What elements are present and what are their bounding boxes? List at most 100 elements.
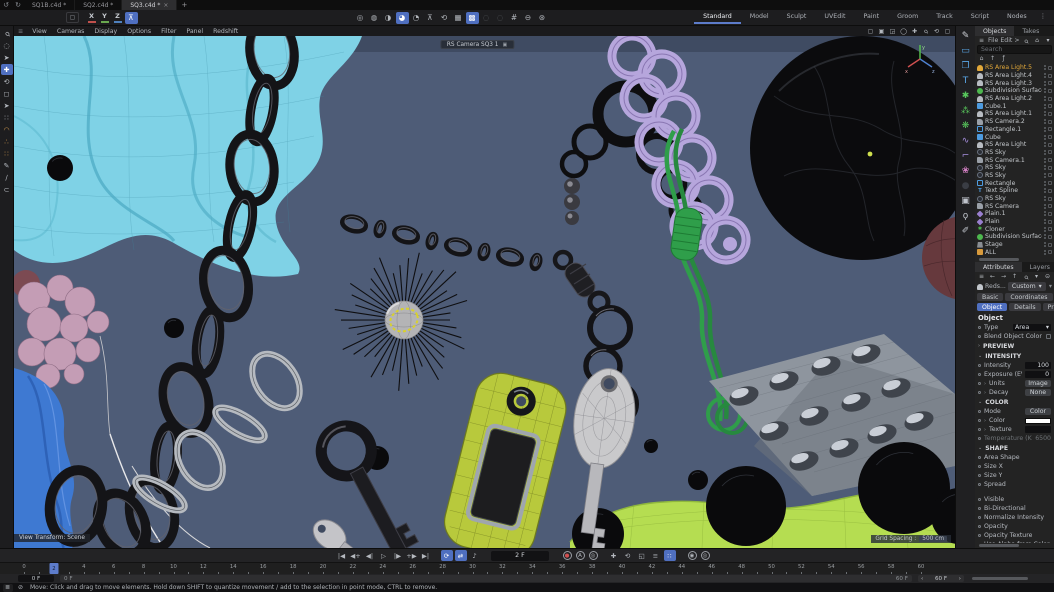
object-row[interactable]: RS Camera <box>975 202 1054 210</box>
layout-tab-uvedit[interactable]: UVEdit <box>815 11 854 24</box>
object-row[interactable]: Rectangle <box>975 179 1054 187</box>
visibility-dots[interactable] <box>1044 242 1046 247</box>
record-position-toggle[interactable]: ✚ <box>608 550 620 561</box>
mode-dropdown[interactable]: Custom ▾ <box>1008 282 1046 291</box>
object-row[interactable]: RS Camera.2 <box>975 118 1054 126</box>
layout-tab-model[interactable]: Model <box>741 11 778 24</box>
root-icon[interactable]: ⌂ <box>978 55 986 63</box>
viewport-history-icon[interactable]: ▢ <box>66 12 79 23</box>
keyframe-dot-icon[interactable] <box>978 428 981 431</box>
snap-settings-icon[interactable]: # <box>508 12 521 24</box>
enable-toggle[interactable] <box>1048 189 1052 193</box>
object-row[interactable]: RS Sky <box>975 172 1054 180</box>
timeline-scrollbar[interactable] <box>972 577 1028 580</box>
record-rotation-toggle[interactable]: ⟲ <box>622 550 634 561</box>
enable-toggle[interactable] <box>1048 227 1052 231</box>
axis-lock-x[interactable]: X <box>86 12 97 24</box>
fracture-tool[interactable]: ⁂ <box>958 104 974 117</box>
layout-menu-icon[interactable]: ≣ <box>3 584 13 592</box>
spline-pen-tool[interactable]: ✎ <box>958 29 974 42</box>
redo-icon[interactable]: ↻ <box>12 0 24 10</box>
visibility-dots[interactable] <box>1044 150 1046 155</box>
enable-toggle[interactable] <box>1048 81 1052 85</box>
keyframe-selection-button[interactable]: ◎ <box>589 551 598 560</box>
keyframe-dot-icon[interactable] <box>978 373 981 376</box>
enable-toggle[interactable] <box>1048 112 1052 116</box>
viewport-menu-cameras[interactable]: Cameras <box>52 28 90 35</box>
expand-icon[interactable]: › <box>984 418 986 424</box>
filter-icon[interactable]: ƒ <box>1000 55 1008 63</box>
attr-button[interactable]: Image <box>1025 380 1051 387</box>
visibility-dots[interactable] <box>1044 165 1046 170</box>
keyframe-dot-icon[interactable] <box>978 507 981 510</box>
attr-section-preview[interactable]: ›PREVIEW <box>975 341 1054 351</box>
cube-primitive-tool[interactable]: ❐ <box>958 59 974 72</box>
keyframe-dot-icon[interactable] <box>978 525 981 528</box>
keyframe-dot-icon[interactable] <box>978 382 981 385</box>
visibility-dots[interactable] <box>1044 227 1046 232</box>
visibility-dots[interactable] <box>1044 135 1046 140</box>
attr-button[interactable]: None <box>1025 389 1051 396</box>
attributes-hscrollbar[interactable] <box>979 544 1019 547</box>
object-row[interactable]: RS Sky <box>975 149 1054 157</box>
color-swatch[interactable] <box>1025 418 1051 424</box>
enable-toggle[interactable] <box>1048 97 1052 101</box>
enable-toggle[interactable] <box>1048 135 1052 139</box>
attr-select[interactable]: Area▾ <box>1013 324 1051 331</box>
light-tool[interactable]: ϙ <box>958 209 974 222</box>
zoom-view-icon[interactable]: ϙ <box>919 26 932 38</box>
object-row[interactable]: RS Sky <box>975 195 1054 203</box>
record-keyframe-button[interactable]: ● <box>563 551 572 560</box>
tab-attributes[interactable]: Attributes <box>975 262 1022 272</box>
enable-toggle[interactable] <box>1048 250 1052 254</box>
enable-toggle[interactable] <box>1048 204 1052 208</box>
object-row[interactable]: Cube.1 <box>975 102 1054 110</box>
attr-field[interactable]: 0 <box>1025 371 1051 378</box>
enable-toggle[interactable] <box>1048 74 1052 78</box>
file-tab[interactable]: SQ2.c4d * <box>75 0 122 10</box>
arc-tool[interactable]: ◠ <box>1 124 13 135</box>
visibility-dots[interactable] <box>1044 96 1046 101</box>
keyframe-dot-icon[interactable] <box>978 483 981 486</box>
locked-workplane-icon[interactable]: ⊖ <box>522 12 535 24</box>
enable-toggle[interactable] <box>1048 66 1052 70</box>
layout-tab-script[interactable]: Script <box>962 11 998 24</box>
object-row[interactable]: ALL <box>975 249 1054 257</box>
sound-toggle[interactable]: ♪ <box>469 550 481 561</box>
close-tab-icon[interactable]: × <box>163 2 168 9</box>
visibility-dots[interactable] <box>1044 250 1046 255</box>
enable-toggle[interactable] <box>1048 143 1052 147</box>
layout-tab-track[interactable]: Track <box>927 11 961 24</box>
modeling-axis-icon[interactable]: ⊼ <box>125 12 138 24</box>
knife-tool[interactable]: ∕ <box>1 172 13 183</box>
expand-icon[interactable]: › <box>984 390 986 396</box>
object-row[interactable]: RS Area Light.2 <box>975 95 1054 103</box>
menu-icon[interactable]: ≡ <box>978 273 986 281</box>
layout-tab-standard[interactable]: Standard <box>694 11 741 24</box>
objects-menu-file[interactable]: File <box>988 37 998 44</box>
enable-toggle[interactable] <box>1048 212 1052 216</box>
highlight-selection-tool[interactable]: ➤ <box>1 100 13 111</box>
object-row[interactable]: RS Area Light.1 <box>975 110 1054 118</box>
camera-tool[interactable]: ▣ <box>958 194 974 207</box>
play-button[interactable]: ▷ <box>378 550 390 561</box>
object-search-input[interactable]: Search <box>977 45 1052 54</box>
move-tool[interactable]: ✚ <box>1 64 13 75</box>
rotate-tool[interactable]: ⟲ <box>1 76 13 87</box>
viewport-canvas[interactable] <box>14 36 955 548</box>
undo-icon[interactable]: ↺ <box>0 0 12 10</box>
up-level-icon[interactable]: ↑ <box>989 55 997 63</box>
object-row[interactable]: RS Area Light.4 <box>975 72 1054 80</box>
enable-toggle[interactable] <box>1048 120 1052 124</box>
parent-icon[interactable]: ↑ <box>1011 273 1019 281</box>
panel-chevron-icon[interactable]: ▾ <box>1049 283 1052 290</box>
prev-frame-button[interactable]: ◀| <box>364 550 376 561</box>
model-mode-icon[interactable]: ◍ <box>368 12 381 24</box>
object-row[interactable]: Plain.1 <box>975 210 1054 218</box>
object-row[interactable]: TText Spline <box>975 187 1054 195</box>
axis-lock-z[interactable]: Z <box>112 12 123 24</box>
keyframe-dot-icon[interactable] <box>978 498 981 501</box>
solo-single-button[interactable]: ◎ <box>701 551 710 560</box>
animation-mode-icon[interactable]: ◔ <box>410 12 423 24</box>
workplane-mode-icon[interactable]: ◕ <box>396 12 409 24</box>
